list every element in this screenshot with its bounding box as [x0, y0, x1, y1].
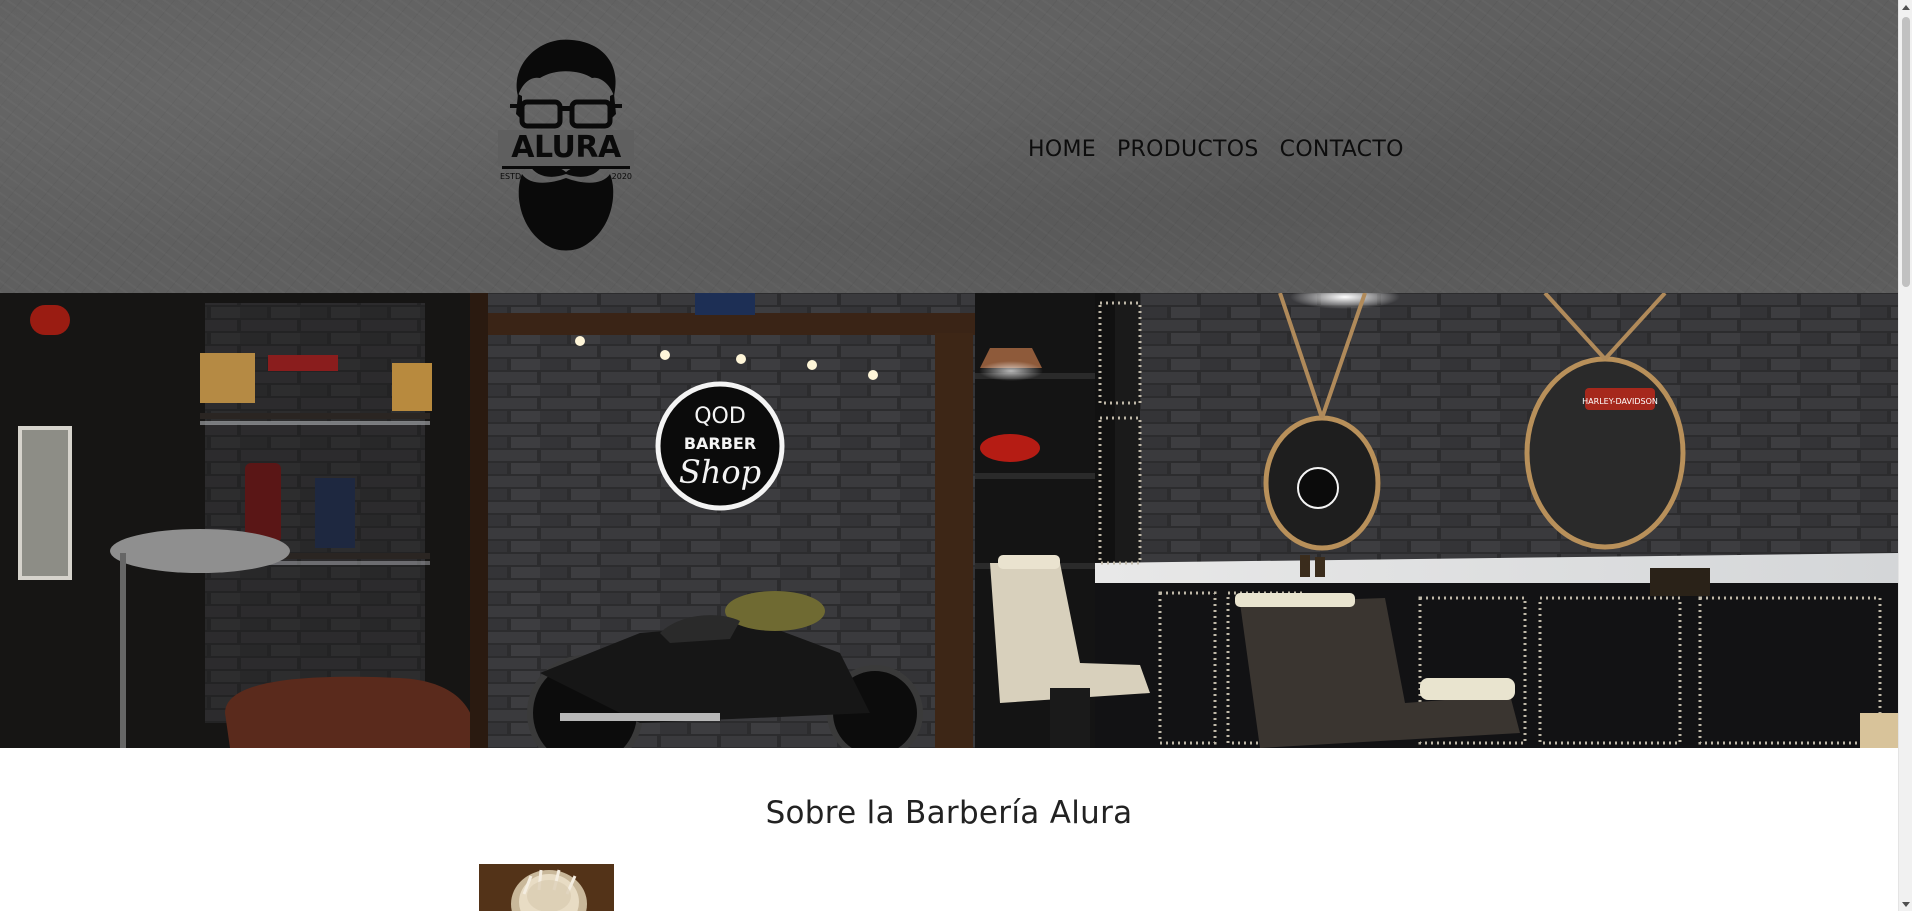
- arrow-down-icon: [1902, 901, 1910, 907]
- barbershop-banner: QOD BARBER Shop HARLEY-DAVIDSON: [0, 293, 1898, 748]
- shaving-brush-image: [479, 864, 614, 911]
- scroll-down-button[interactable]: [1899, 897, 1912, 911]
- nav-contacto-link[interactable]: CONTACTO: [1280, 135, 1404, 165]
- site-header: ALURA ESTD 2020 HOME PRODUCTOS CONTACTO: [0, 0, 1898, 293]
- scroll-up-button[interactable]: [1899, 0, 1912, 14]
- scroll-thumb[interactable]: [1902, 17, 1910, 287]
- logo-year-label: 2020: [611, 172, 632, 181]
- sign-text-line-2: BARBER: [684, 434, 756, 453]
- arrow-up-icon: [1902, 4, 1910, 10]
- mirror-sign-text: HARLEY-DAVIDSON: [1582, 397, 1658, 406]
- sign-text-line-3: Shop: [679, 453, 761, 491]
- shaving-brush-photo: [479, 864, 614, 911]
- nav-home-link[interactable]: HOME: [1028, 135, 1096, 165]
- sign-text-line-1: QOD: [694, 404, 746, 429]
- logo-wordmark: ALURA: [498, 130, 634, 166]
- logo-estd-label: ESTD: [500, 172, 522, 181]
- page-scrollbar[interactable]: [1898, 0, 1912, 911]
- main-nav: HOME PRODUCTOS CONTACTO: [1028, 135, 1404, 165]
- alura-logo[interactable]: ALURA ESTD 2020: [498, 34, 634, 256]
- nav-productos-link[interactable]: PRODUCTOS: [1117, 135, 1259, 165]
- barbershop-interior-photo: QOD BARBER Shop HARLEY-DAVIDSON: [0, 293, 1898, 748]
- about-title: Sobre la Barbería Alura: [765, 795, 1133, 831]
